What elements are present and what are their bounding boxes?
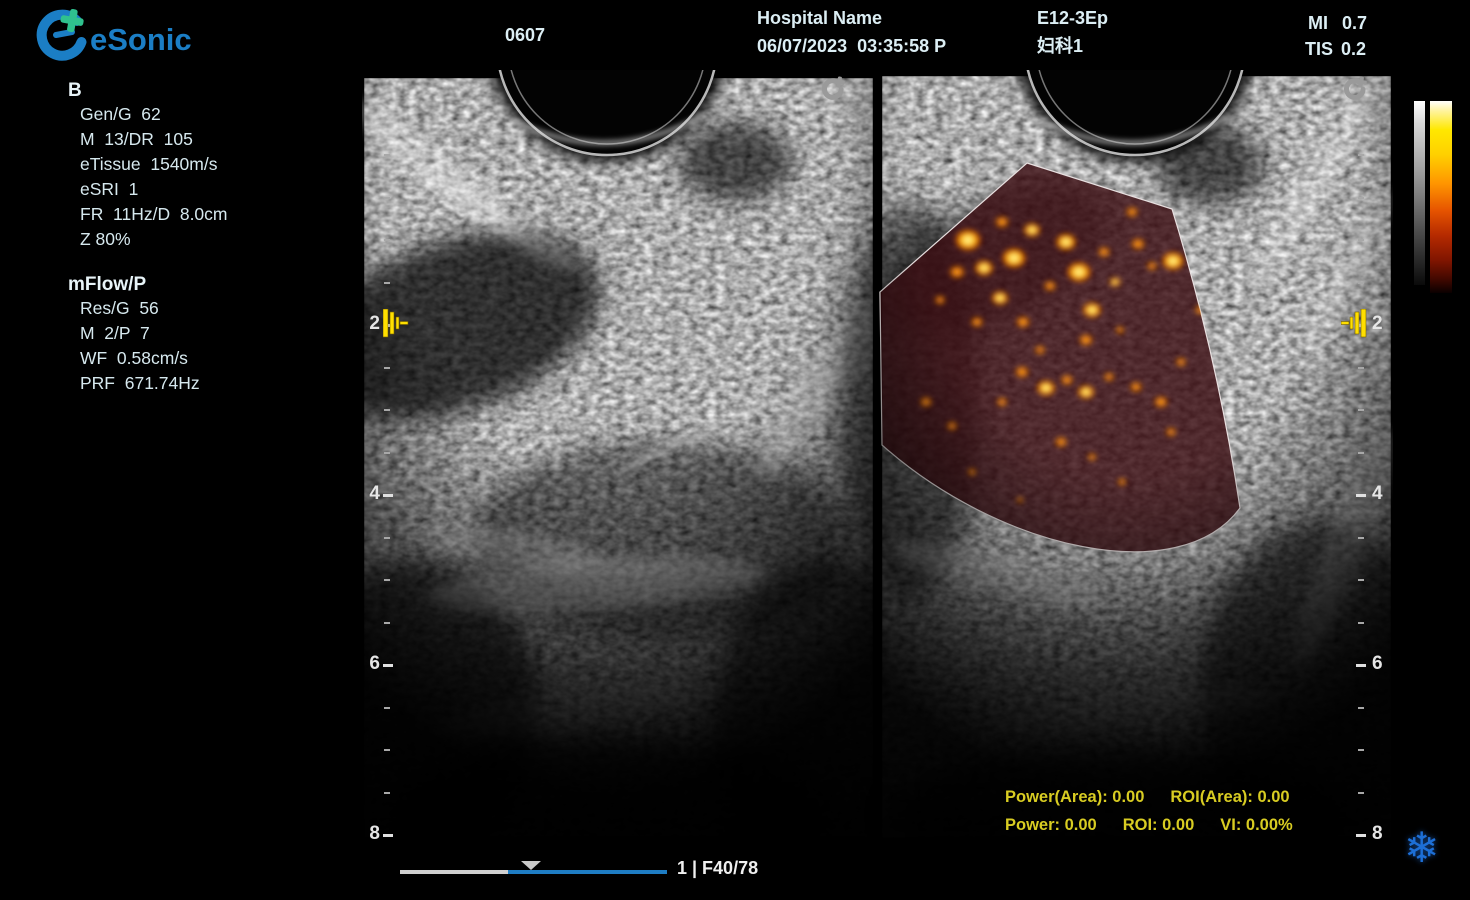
cine-frame-marker[interactable] bbox=[521, 861, 541, 870]
power-area-readout: Power(Area): 0.00 bbox=[1005, 788, 1144, 807]
cine-bar-remaining[interactable] bbox=[508, 870, 667, 874]
cine-bar-played[interactable] bbox=[400, 870, 508, 874]
vi-readout: VI: 0.00% bbox=[1220, 816, 1292, 835]
param-line: Res/G 56 bbox=[68, 296, 200, 321]
mflow-image[interactable] bbox=[840, 70, 1393, 850]
tis-value: 0.2 bbox=[1341, 38, 1366, 60]
exam-datetime: 06/07/2023 03:35:58 P bbox=[757, 35, 946, 57]
tis-label: TIS bbox=[1305, 38, 1333, 60]
param-line: M 13/DR 105 bbox=[68, 127, 228, 152]
mflow-colorbar bbox=[1430, 101, 1452, 293]
hospital-name: Hospital Name bbox=[757, 7, 882, 29]
b-mode-panel-title: B bbox=[68, 80, 228, 102]
param-line: eSRI 1 bbox=[68, 177, 228, 202]
imaging-area[interactable] bbox=[362, 70, 1393, 850]
freeze-snowflake-icon: ❄ bbox=[1404, 824, 1439, 872]
logo-ebar bbox=[56, 32, 72, 35]
ultrasound-screen: eSonic 0607 Hospital Name 06/07/2023 03:… bbox=[0, 0, 1470, 900]
brand-logo-icon bbox=[42, 7, 86, 55]
b-mode-panel: B Gen/G 62 M 13/DR 105 eTissue 1540m/s e… bbox=[68, 80, 228, 252]
param-line: Z 80% bbox=[68, 227, 228, 252]
brand-logo: eSonic bbox=[26, 4, 216, 66]
roi-readout: ROI: 0.00 bbox=[1123, 816, 1195, 835]
mflow-panel: mFlow/P Res/G 56 M 2/P 7 WF 0.58cm/s PRF… bbox=[68, 274, 200, 396]
power-measurements-line1: Power(Area): 0.00 ROI(Area): 0.00 bbox=[1005, 788, 1290, 807]
mi-value: 0.7 bbox=[1342, 12, 1367, 34]
focus-marker-right[interactable] bbox=[1341, 309, 1369, 343]
mflow-panel-title: mFlow/P bbox=[68, 274, 200, 296]
brand-name: eSonic bbox=[90, 22, 192, 57]
param-line: eTissue 1540m/s bbox=[68, 152, 228, 177]
mi-readout: MI 0.7 bbox=[1308, 12, 1367, 34]
grayscale-colorbar bbox=[1414, 101, 1425, 285]
tis-readout: TIS 0.2 bbox=[1305, 38, 1366, 60]
param-line: M 2/P 7 bbox=[68, 321, 200, 346]
roi-area-readout: ROI(Area): 0.00 bbox=[1170, 788, 1289, 807]
mi-label: MI bbox=[1308, 12, 1328, 34]
param-line: FR 11Hz/D 8.0cm bbox=[68, 202, 228, 227]
param-line: Gen/G 62 bbox=[68, 102, 228, 127]
exam-preset: 妇科1 bbox=[1037, 35, 1083, 57]
power-measurements-line2: Power: 0.00 ROI: 0.00 VI: 0.00% bbox=[1005, 816, 1293, 835]
focus-marker-left[interactable] bbox=[383, 309, 411, 343]
cine-frame-label: 1 | F40/78 bbox=[677, 858, 758, 879]
power-readout: Power: 0.00 bbox=[1005, 816, 1097, 835]
probe-model: E12-3Ep bbox=[1037, 7, 1108, 29]
param-line: WF 0.58cm/s bbox=[68, 346, 200, 371]
exam-id: 0607 bbox=[505, 24, 545, 46]
param-line: PRF 671.74Hz bbox=[68, 371, 200, 396]
